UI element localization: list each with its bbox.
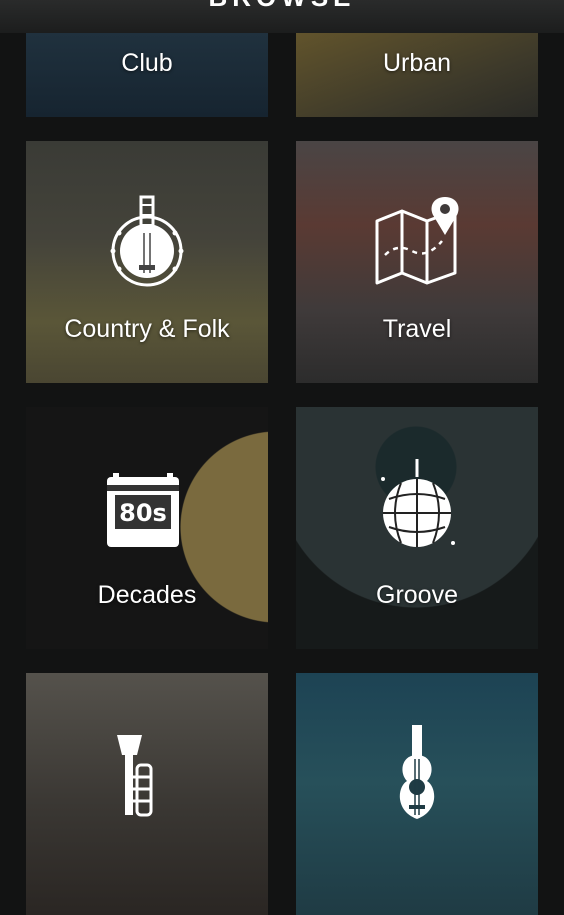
guitar-icon	[399, 725, 435, 819]
tile-label: Decades	[97, 581, 197, 609]
tile-country-folk[interactable]: Country & Folk	[26, 141, 268, 383]
tile-groove[interactable]: Groove	[296, 407, 538, 649]
top-bar: BROWSE	[0, 0, 564, 33]
tile-travel[interactable]: Travel	[296, 141, 538, 383]
tile-acoustic[interactable]	[296, 673, 538, 915]
tile-label: Country & Folk	[64, 315, 230, 343]
tile-decades[interactable]: 80s Decades	[26, 407, 268, 649]
page-title: BROWSE	[0, 0, 564, 13]
tile-label: Urban	[382, 49, 452, 77]
banjo-icon	[110, 195, 184, 287]
tile-label: Club	[121, 49, 173, 77]
disco-ball-icon	[381, 459, 455, 547]
tile-label: Travel	[382, 315, 452, 343]
tile-label: Groove	[376, 581, 458, 609]
tile-jazz[interactable]	[26, 673, 268, 915]
calendar-80s-icon: 80s	[107, 473, 179, 547]
calendar-text: 80s	[119, 499, 167, 527]
trumpet-icon	[117, 735, 153, 817]
map-pin-icon	[375, 197, 459, 285]
